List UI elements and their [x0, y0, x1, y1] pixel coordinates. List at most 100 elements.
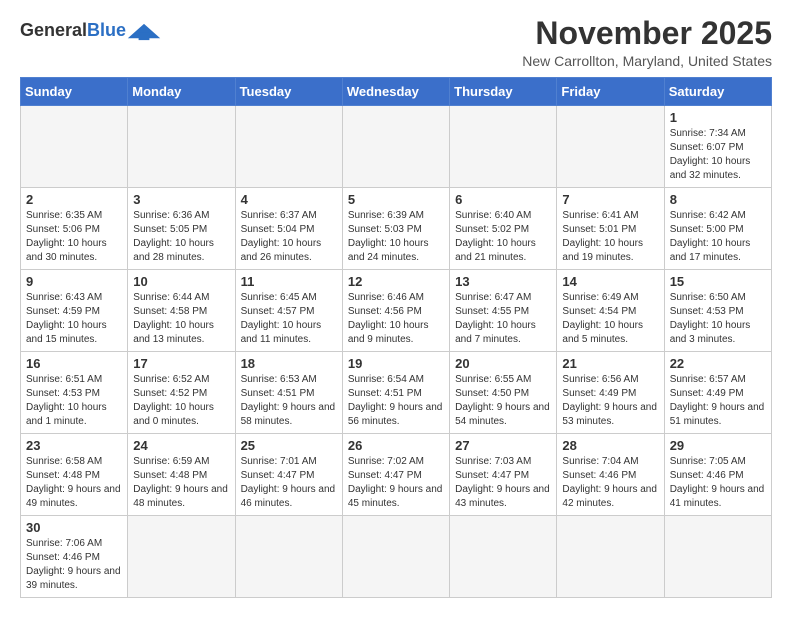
calendar: Sunday Monday Tuesday Wednesday Thursday… — [20, 77, 772, 598]
day-number: 26 — [348, 438, 444, 453]
calendar-week-row: 2Sunrise: 6:35 AM Sunset: 5:06 PM Daylig… — [21, 188, 772, 270]
calendar-cell — [342, 106, 449, 188]
day-info: Sunrise: 7:03 AM Sunset: 4:47 PM Dayligh… — [455, 455, 551, 511]
calendar-cell: 23Sunrise: 6:58 AM Sunset: 4:48 PM Dayli… — [21, 434, 128, 516]
calendar-cell: 13 Sunrise: 6:47 AM Sunset: 4:55 PM Dayli… — [450, 270, 557, 352]
day-number: 25 — [241, 438, 337, 453]
month-title: November 2025 — [522, 16, 772, 51]
day-info: Sunrise: 6:45 AM Sunset: 4:57 PM Dayligh… — [241, 291, 337, 347]
day-info: Sunrise: 6:37 AM Sunset: 5:04 PM Dayligh… — [241, 209, 337, 265]
day-info: Sunrise: 7:06 AM Sunset: 4:46 PM Dayligh… — [26, 537, 122, 593]
day-info: Sunrise: 6:42 AM Sunset: 5:00 PM Dayligh… — [670, 209, 766, 265]
day-number: 12 — [348, 274, 444, 289]
calendar-cell — [342, 516, 449, 598]
calendar-cell — [450, 516, 557, 598]
day-number: 16 — [26, 356, 122, 371]
day-info: Sunrise: 6:54 AM Sunset: 4:51 PM Dayligh… — [348, 373, 444, 429]
calendar-cell: 8 Sunrise: 6:42 AM Sunset: 5:00 PM Daylig… — [664, 188, 771, 270]
calendar-cell: 7 Sunrise: 6:41 AM Sunset: 5:01 PM Daylig… — [557, 188, 664, 270]
day-number: 17 — [133, 356, 229, 371]
location: New Carrollton, Maryland, United States — [522, 53, 772, 69]
day-number: 4 — [241, 192, 337, 207]
calendar-cell: 17 Sunrise: 6:52 AM Sunset: 4:52 PM Dayli… — [128, 352, 235, 434]
page: GeneralBlue November 2025 New Carrollton… — [0, 0, 792, 618]
day-info: Sunrise: 6:43 AM Sunset: 4:59 PM Dayligh… — [26, 291, 122, 347]
calendar-cell: 2Sunrise: 6:35 AM Sunset: 5:06 PM Daylig… — [21, 188, 128, 270]
logo-text: GeneralBlue — [20, 21, 126, 41]
calendar-cell — [557, 106, 664, 188]
day-number: 3 — [133, 192, 229, 207]
calendar-week-row: 23Sunrise: 6:58 AM Sunset: 4:48 PM Dayli… — [21, 434, 772, 516]
logo: GeneralBlue — [20, 20, 162, 42]
calendar-cell: 22Sunrise: 6:57 AM Sunset: 4:49 PM Dayli… — [664, 352, 771, 434]
day-info: Sunrise: 6:52 AM Sunset: 4:52 PM Dayligh… — [133, 373, 229, 429]
calendar-cell: 27 Sunrise: 7:03 AM Sunset: 4:47 PM Dayli… — [450, 434, 557, 516]
day-number: 27 — [455, 438, 551, 453]
day-number: 18 — [241, 356, 337, 371]
day-number: 22 — [670, 356, 766, 371]
calendar-cell: 30Sunrise: 7:06 AM Sunset: 4:46 PM Dayli… — [21, 516, 128, 598]
day-info: Sunrise: 7:01 AM Sunset: 4:47 PM Dayligh… — [241, 455, 337, 511]
day-number: 23 — [26, 438, 122, 453]
col-saturday: Saturday — [664, 78, 771, 106]
calendar-week-row: 1Sunrise: 7:34 AM Sunset: 6:07 PM Daylig… — [21, 106, 772, 188]
col-monday: Monday — [128, 78, 235, 106]
day-info: Sunrise: 7:04 AM Sunset: 4:46 PM Dayligh… — [562, 455, 658, 511]
calendar-cell: 19Sunrise: 6:54 AM Sunset: 4:51 PM Dayli… — [342, 352, 449, 434]
day-info: Sunrise: 6:41 AM Sunset: 5:01 PM Dayligh… — [562, 209, 658, 265]
day-info: Sunrise: 6:35 AM Sunset: 5:06 PM Dayligh… — [26, 209, 122, 265]
calendar-cell: 29Sunrise: 7:05 AM Sunset: 4:46 PM Dayli… — [664, 434, 771, 516]
calendar-cell: 26 Sunrise: 7:02 AM Sunset: 4:47 PM Dayli… — [342, 434, 449, 516]
col-tuesday: Tuesday — [235, 78, 342, 106]
calendar-cell: 12Sunrise: 6:46 AM Sunset: 4:56 PM Dayli… — [342, 270, 449, 352]
day-info: Sunrise: 6:56 AM Sunset: 4:49 PM Dayligh… — [562, 373, 658, 429]
day-number: 8 — [670, 192, 766, 207]
day-number: 15 — [670, 274, 766, 289]
calendar-cell — [664, 516, 771, 598]
day-number: 5 — [348, 192, 444, 207]
col-thursday: Thursday — [450, 78, 557, 106]
day-info: Sunrise: 6:47 AM Sunset: 4:55 PM Dayligh… — [455, 291, 551, 347]
calendar-cell: 20Sunrise: 6:55 AM Sunset: 4:50 PM Dayli… — [450, 352, 557, 434]
calendar-cell: 4 Sunrise: 6:37 AM Sunset: 5:04 PM Daylig… — [235, 188, 342, 270]
day-number: 9 — [26, 274, 122, 289]
logo-general: General — [20, 20, 87, 40]
day-number: 21 — [562, 356, 658, 371]
calendar-cell — [235, 106, 342, 188]
day-info: Sunrise: 6:44 AM Sunset: 4:58 PM Dayligh… — [133, 291, 229, 347]
calendar-cell: 16Sunrise: 6:51 AM Sunset: 4:53 PM Dayli… — [21, 352, 128, 434]
day-info: Sunrise: 6:50 AM Sunset: 4:53 PM Dayligh… — [670, 291, 766, 347]
day-number: 13 — [455, 274, 551, 289]
logo-blue: Blue — [87, 20, 126, 40]
day-number: 24 — [133, 438, 229, 453]
calendar-cell: 21 Sunrise: 6:56 AM Sunset: 4:49 PM Dayli… — [557, 352, 664, 434]
title-block: November 2025 New Carrollton, Maryland, … — [522, 16, 772, 69]
calendar-cell — [235, 516, 342, 598]
day-number: 7 — [562, 192, 658, 207]
calendar-header-row: Sunday Monday Tuesday Wednesday Thursday… — [21, 78, 772, 106]
day-info: Sunrise: 6:36 AM Sunset: 5:05 PM Dayligh… — [133, 209, 229, 265]
day-info: Sunrise: 6:59 AM Sunset: 4:48 PM Dayligh… — [133, 455, 229, 511]
calendar-cell: 3 Sunrise: 6:36 AM Sunset: 5:05 PM Daylig… — [128, 188, 235, 270]
day-number: 6 — [455, 192, 551, 207]
day-number: 11 — [241, 274, 337, 289]
calendar-cell — [128, 106, 235, 188]
header: GeneralBlue November 2025 New Carrollton… — [20, 16, 772, 69]
day-info: Sunrise: 6:40 AM Sunset: 5:02 PM Dayligh… — [455, 209, 551, 265]
col-sunday: Sunday — [21, 78, 128, 106]
calendar-cell: 24 Sunrise: 6:59 AM Sunset: 4:48 PM Dayli… — [128, 434, 235, 516]
calendar-cell — [128, 516, 235, 598]
calendar-week-row: 16Sunrise: 6:51 AM Sunset: 4:53 PM Dayli… — [21, 352, 772, 434]
calendar-cell: 28Sunrise: 7:04 AM Sunset: 4:46 PM Dayli… — [557, 434, 664, 516]
day-info: Sunrise: 6:39 AM Sunset: 5:03 PM Dayligh… — [348, 209, 444, 265]
calendar-cell: 25 Sunrise: 7:01 AM Sunset: 4:47 PM Dayli… — [235, 434, 342, 516]
day-number: 1 — [670, 110, 766, 125]
day-number: 14 — [562, 274, 658, 289]
day-info: Sunrise: 6:53 AM Sunset: 4:51 PM Dayligh… — [241, 373, 337, 429]
day-info: Sunrise: 7:05 AM Sunset: 4:46 PM Dayligh… — [670, 455, 766, 511]
calendar-cell: 6 Sunrise: 6:40 AM Sunset: 5:02 PM Daylig… — [450, 188, 557, 270]
calendar-week-row: 9 Sunrise: 6:43 AM Sunset: 4:59 PM Daylig… — [21, 270, 772, 352]
day-info: Sunrise: 7:02 AM Sunset: 4:47 PM Dayligh… — [348, 455, 444, 511]
col-friday: Friday — [557, 78, 664, 106]
day-number: 10 — [133, 274, 229, 289]
